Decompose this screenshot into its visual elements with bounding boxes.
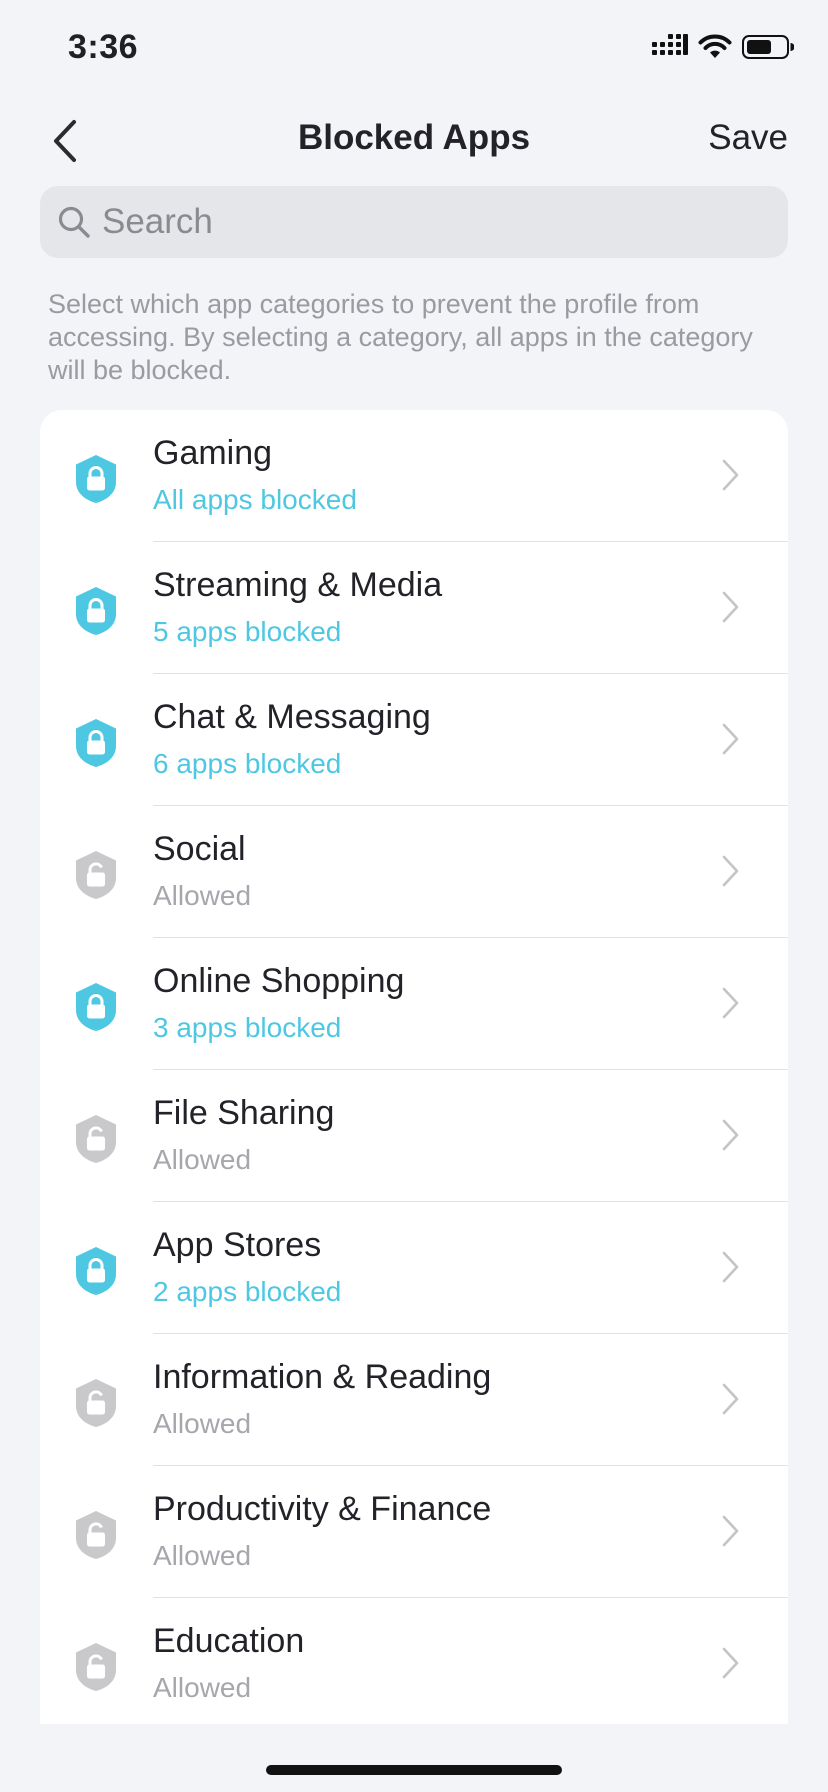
unlock-shield-icon [74,1114,118,1164]
category-title: Productivity & Finance [153,1490,492,1528]
category-status: 6 apps blocked [153,748,342,779]
category-list: Gaming All apps blocked Streaming & Media 5… [40,410,788,1724]
page-title: Blocked Apps [297,118,531,157]
save-button[interactable]: Save [708,118,788,158]
chevron-right-icon [720,1514,740,1548]
chevron-right-icon [720,1250,740,1284]
chevron-right-icon [720,1382,740,1416]
category-status: Allowed [153,1408,252,1439]
status-time: 3:36 [68,28,139,66]
unlock-shield-icon [74,1510,118,1560]
category-row[interactable]: Gaming All apps blocked [40,410,788,542]
chevron-right-icon [720,986,740,1020]
chevron-right-icon [720,722,740,756]
category-row[interactable]: Online Shopping 3 apps blocked [40,938,788,1070]
category-row[interactable]: App Stores 2 apps blocked [40,1202,788,1334]
category-title: Education [153,1622,305,1660]
category-title: Online Shopping [153,962,405,1000]
wifi-icon [698,34,732,58]
chevron-right-icon [720,1646,740,1680]
home-indicator[interactable] [266,1765,562,1775]
search-icon [56,204,92,240]
chevron-right-icon [720,854,740,888]
category-title: Information & Reading [153,1358,492,1396]
category-row[interactable]: Education Allowed [40,1598,788,1724]
search-input[interactable] [102,202,762,242]
category-row[interactable]: Productivity & Finance Allowed [40,1466,788,1598]
category-status: Allowed [153,1672,252,1703]
description-text: Select which app categories to prevent t… [48,289,753,385]
category-title: File Sharing [153,1094,335,1132]
search-bar[interactable] [40,186,788,258]
category-status: 3 apps blocked [153,1012,342,1043]
lock-shield-icon [74,982,118,1032]
category-row[interactable]: Streaming & Media 5 apps blocked [40,542,788,674]
navigation-bar: Blocked Apps Save [0,100,828,180]
category-title: App Stores [153,1226,322,1264]
category-row[interactable]: Social Allowed [40,806,788,938]
cellular-signal-icon [652,34,688,55]
unlock-shield-icon [74,850,118,900]
status-icons [652,34,794,60]
status-bar: 3:36 [0,0,828,100]
category-status: 5 apps blocked [153,616,342,647]
lock-shield-icon [74,718,118,768]
category-row[interactable]: Chat & Messaging 6 apps blocked [40,674,788,806]
battery-icon [742,35,794,59]
unlock-shield-icon [74,1642,118,1692]
chevron-right-icon [720,458,740,492]
category-title: Streaming & Media [153,566,443,604]
category-row[interactable]: File Sharing Allowed [40,1070,788,1202]
chevron-right-icon [720,1118,740,1152]
chevron-right-icon [720,590,740,624]
category-status: Allowed [153,1144,252,1175]
category-status: All apps blocked [153,484,357,515]
lock-shield-icon [74,1246,118,1296]
category-status: Allowed [153,1540,252,1571]
category-title: Social [153,830,246,868]
category-status: Allowed [153,880,252,911]
category-status: 2 apps blocked [153,1276,342,1307]
unlock-shield-icon [74,1378,118,1428]
lock-shield-icon [74,586,118,636]
category-title: Gaming [153,434,273,472]
lock-shield-icon [74,454,118,504]
category-row[interactable]: Information & Reading Allowed [40,1334,788,1466]
category-title: Chat & Messaging [153,698,431,736]
